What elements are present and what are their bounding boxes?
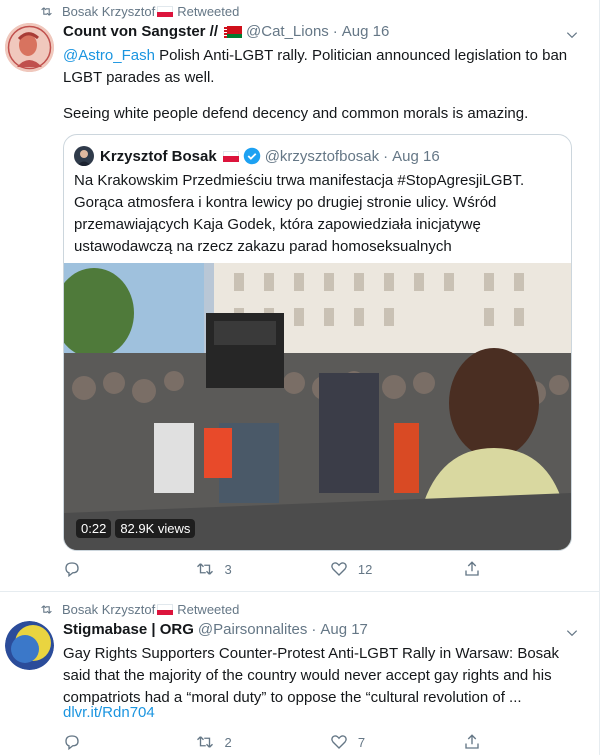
reply-icon	[65, 735, 79, 751]
tweet-header: Count von Sangster // @Cat_Lions · Aug 1…	[63, 23, 389, 40]
mention-link[interactable]: @Astro_Fash	[63, 47, 155, 64]
video-views: 82.9K views	[115, 519, 196, 538]
like-count: 7	[357, 734, 366, 750]
reply-button[interactable]	[63, 560, 196, 578]
reply-icon	[65, 562, 79, 578]
quoted-author-name[interactable]: Krzysztof Bosak	[100, 148, 217, 165]
like-button[interactable]: 12	[330, 560, 463, 578]
timeline: Bosak Krzysztof Retweeted Count von Sang…	[0, 0, 600, 755]
tweet[interactable]: Bosak Krzysztof Retweeted Stigmabase | O…	[0, 593, 600, 755]
quoted-header: Krzysztof Bosak @krzysztofbosak · Aug 16	[74, 146, 440, 166]
verified-badge-icon	[243, 147, 260, 165]
avatar-portrait-icon	[5, 23, 54, 72]
separator-dot: ·	[311, 621, 317, 638]
like-icon	[331, 735, 347, 749]
tweet-actions: 3 12	[63, 560, 493, 578]
retweet-button[interactable]: 3	[196, 560, 329, 578]
author-handle[interactable]: @Cat_Lions	[246, 23, 329, 40]
retweet-label: Retweeted	[177, 602, 240, 617]
retweet-context: Bosak Krzysztof Retweeted	[40, 602, 239, 617]
retweet-count: 2	[224, 734, 232, 750]
tweet-text: @Astro_Fash Polish Anti-LGBT rally. Poli…	[63, 45, 583, 89]
retweet-icon	[41, 7, 52, 16]
retweet-button[interactable]: 2	[196, 733, 329, 751]
poland-flag-icon	[222, 150, 239, 162]
author-name[interactable]: Stigmabase | ORG	[63, 621, 194, 638]
tweet-date[interactable]: Aug 17	[320, 621, 368, 638]
tweet-link[interactable]: dlvr.it/Rdn704	[63, 702, 583, 724]
avatar-logo-icon	[5, 621, 54, 670]
retweet-context: Bosak Krzysztof Retweeted	[40, 4, 239, 19]
quoted-avatar[interactable]	[74, 146, 94, 166]
tweet[interactable]: Bosak Krzysztof Retweeted Count von Sang…	[0, 0, 600, 592]
tweet-actions: 2 7	[63, 733, 493, 751]
retweet-count: 3	[224, 561, 232, 577]
like-icon	[331, 562, 347, 576]
reply-button[interactable]	[63, 733, 196, 751]
video-thumbnail	[64, 263, 571, 550]
retweeter-name[interactable]: Bosak Krzysztof	[62, 4, 155, 19]
video-badges: 0:22 82.9K views	[76, 519, 196, 538]
share-icon	[465, 734, 480, 749]
like-button[interactable]: 7	[330, 733, 463, 751]
caret-down-icon[interactable]	[565, 626, 579, 640]
retweet-icon	[197, 736, 214, 748]
separator-dot: ·	[383, 147, 389, 165]
quoted-date[interactable]: Aug 16	[392, 148, 440, 165]
separator-dot: ·	[332, 23, 338, 40]
avatar[interactable]	[5, 23, 54, 72]
retweet-label: Retweeted	[177, 4, 240, 19]
belarus-flag-icon	[224, 25, 243, 38]
tweet-text-line2: Seeing white people defend decency and c…	[63, 105, 529, 122]
like-count: 12	[357, 561, 373, 577]
tweet-text: Gay Rights Supporters Counter-Protest An…	[63, 645, 560, 706]
avatar[interactable]	[5, 621, 54, 670]
quoted-author-handle[interactable]: @krzysztofbosak	[265, 148, 379, 165]
quoted-text: Na Krakowskim Przedmieściu trwa manifest…	[74, 172, 525, 255]
tweet-header: Stigmabase | ORG @Pairsonnalites · Aug 1…	[63, 621, 368, 638]
tweet-date[interactable]: Aug 16	[342, 23, 390, 40]
video-player[interactable]: 0:22 82.9K views	[64, 263, 571, 550]
poland-flag-icon	[157, 604, 174, 615]
video-duration: 0:22	[76, 519, 112, 538]
author-name[interactable]: Count von Sangster //	[63, 23, 218, 40]
share-button[interactable]	[463, 733, 493, 751]
retweeter-name[interactable]: Bosak Krzysztof	[62, 602, 155, 617]
poland-flag-icon	[157, 6, 174, 17]
retweet-icon	[41, 605, 52, 614]
share-icon	[465, 561, 480, 576]
share-button[interactable]	[463, 560, 493, 578]
quoted-tweet[interactable]: Krzysztof Bosak @krzysztofbosak · Aug 16…	[63, 134, 572, 551]
author-handle[interactable]: @Pairsonnalites	[198, 621, 307, 638]
retweet-icon	[197, 563, 214, 575]
caret-down-icon[interactable]	[565, 28, 579, 42]
quoted-avatar-portrait-icon	[74, 146, 94, 166]
